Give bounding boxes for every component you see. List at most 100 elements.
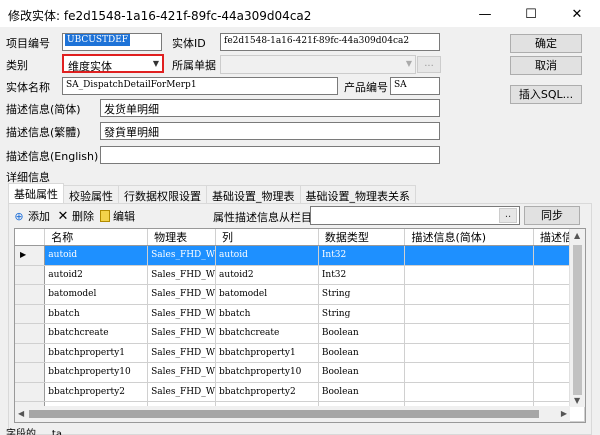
tab-basic-attributes[interactable]: 基础属性: [8, 183, 64, 203]
cell-desc-simplified[interactable]: [404, 284, 534, 305]
delete-icon: ✕: [57, 208, 69, 224]
cell-name[interactable]: bbatchproperty1: [44, 343, 149, 363]
minimize-button[interactable]: —: [462, 0, 508, 28]
cell-data-type[interactable]: Boolean: [318, 343, 406, 363]
table-row[interactable]: bbatchcreate Sales_FHD_W bbatchcreate Boole…: [15, 323, 585, 344]
cell-physical-table[interactable]: Sales_FHD_W: [147, 362, 217, 383]
close-button[interactable]: ✕: [554, 0, 600, 28]
vertical-scrollbar[interactable]: ▲ ▼: [569, 229, 585, 407]
cell-column[interactable]: autoid2: [215, 265, 319, 285]
edit-button[interactable]: 编辑: [100, 208, 135, 224]
column-header-column[interactable]: 列: [215, 229, 319, 246]
vertical-scroll-thumb[interactable]: [573, 245, 582, 395]
desc-english-label: 描述信息(English): [6, 150, 99, 163]
row-header[interactable]: [15, 265, 46, 285]
cell-data-type[interactable]: Boolean: [318, 362, 406, 383]
scroll-up-icon[interactable]: ▲: [574, 231, 580, 240]
cell-desc-simplified[interactable]: [404, 265, 534, 285]
horizontal-scrollbar[interactable]: ◀ ▶: [15, 406, 570, 422]
cell-data-type[interactable]: String: [318, 284, 406, 305]
table-row[interactable]: bbatchproperty1 Sales_FHD_W bbatchproperty…: [15, 343, 585, 363]
row-header[interactable]: ▶: [15, 245, 46, 266]
chevron-down-icon: ▼: [152, 59, 159, 68]
cell-desc-simplified[interactable]: [404, 304, 534, 324]
product-code-field[interactable]: SA: [390, 77, 440, 95]
attr-from-col-field[interactable]: [310, 206, 520, 225]
desc-english-field[interactable]: [100, 146, 440, 164]
tab-row-permissions[interactable]: 行数据权限设置: [119, 185, 207, 203]
cell-physical-table[interactable]: Sales_FHD_W: [147, 382, 217, 402]
belongs-doc-browse-button[interactable]: ...: [417, 56, 441, 73]
cell-name[interactable]: autoid: [44, 245, 149, 266]
chevron-down-icon: ▼: [405, 59, 412, 68]
category-select[interactable]: 维度实体 ▼: [62, 54, 164, 73]
cell-desc-simplified[interactable]: [404, 323, 534, 344]
table-row[interactable]: bbatchproperty2 Sales_FHD_W bbatchproperty…: [15, 382, 585, 402]
table-row[interactable]: bbatch Sales_FHD_W bbatch String: [15, 304, 585, 324]
cell-physical-table[interactable]: Sales_FHD_W: [147, 265, 217, 285]
cancel-button[interactable]: 取消: [510, 56, 582, 75]
row-header[interactable]: [15, 284, 46, 305]
table-row[interactable]: bbatchproperty10 Sales_FHD_W bbatchpropert…: [15, 362, 585, 383]
belongs-doc-select[interactable]: ▼: [220, 55, 416, 74]
desc-traditional-field[interactable]: 發貨單明細: [100, 122, 440, 140]
cell-name[interactable]: bbatchproperty10: [44, 362, 149, 383]
cell-column[interactable]: bbatchproperty2: [215, 382, 319, 402]
sync-button[interactable]: 同步: [524, 206, 580, 225]
tab-physical-table[interactable]: 基础设置_物理表: [207, 185, 301, 203]
cell-column[interactable]: autoid: [215, 245, 319, 266]
row-header[interactable]: [15, 343, 46, 363]
cell-desc-simplified[interactable]: [404, 245, 534, 266]
attr-from-col-browse-button[interactable]: ..: [499, 208, 517, 223]
desc-simplified-field[interactable]: 发货单明细: [100, 99, 440, 117]
cell-desc-simplified[interactable]: [404, 362, 534, 383]
cell-name[interactable]: batomodel: [44, 284, 149, 305]
entity-name-field[interactable]: SA_DispatchDetailForMerp1: [62, 77, 338, 95]
cell-data-type[interactable]: Boolean: [318, 382, 406, 402]
cell-column[interactable]: bbatchproperty1: [215, 343, 319, 363]
horizontal-scroll-thumb[interactable]: [29, 410, 539, 418]
table-row[interactable]: batomodel Sales_FHD_W batomodel String: [15, 284, 585, 305]
ok-button[interactable]: 确定: [510, 34, 582, 53]
cell-physical-table[interactable]: Sales_FHD_W: [147, 343, 217, 363]
column-header-data-type[interactable]: 数据类型: [318, 229, 406, 246]
scroll-down-icon[interactable]: ▼: [574, 396, 580, 405]
cell-column[interactable]: bbatch: [215, 304, 319, 324]
cell-physical-table[interactable]: Sales_FHD_W: [147, 284, 217, 305]
row-header[interactable]: [15, 362, 46, 383]
cell-data-type[interactable]: Int32: [318, 245, 406, 266]
column-header-physical-table[interactable]: 物理表: [147, 229, 217, 246]
cell-physical-table[interactable]: Sales_FHD_W: [147, 245, 217, 266]
tab-validation-attributes[interactable]: 校验属性: [64, 185, 119, 203]
cell-data-type[interactable]: String: [318, 304, 406, 324]
cell-physical-table[interactable]: Sales_FHD_W: [147, 323, 217, 344]
row-header[interactable]: [15, 382, 46, 402]
row-header[interactable]: [15, 323, 46, 344]
add-button[interactable]: ⊕ 添加: [13, 208, 50, 224]
table-row[interactable]: ▶ autoid Sales_FHD_W autoid Int32: [15, 245, 585, 266]
row-header[interactable]: [15, 304, 46, 324]
cell-desc-simplified[interactable]: [404, 343, 534, 363]
cell-physical-table[interactable]: Sales_FHD_W: [147, 304, 217, 324]
column-header-name[interactable]: 名称: [44, 229, 149, 246]
project-code-field[interactable]: UBCUSTDEF: [62, 33, 162, 51]
cell-data-type[interactable]: Int32: [318, 265, 406, 285]
maximize-button[interactable]: ☐: [508, 0, 554, 28]
delete-button[interactable]: ✕ 删除: [57, 208, 94, 224]
table-row[interactable]: autoid2 Sales_FHD_W autoid2 Int32: [15, 265, 585, 285]
column-header-desc-simplified[interactable]: 描述信息(简体): [404, 229, 534, 246]
tab-physical-table-relations[interactable]: 基础设置_物理表关系: [300, 185, 416, 203]
cell-desc-simplified[interactable]: [404, 382, 534, 402]
cell-name[interactable]: bbatchcreate: [44, 323, 149, 344]
entity-id-field[interactable]: fe2d1548-1a16-421f-89fc-44a309d04ca2: [220, 33, 440, 51]
scroll-left-icon[interactable]: ◀: [18, 409, 24, 418]
scroll-right-icon[interactable]: ▶: [561, 409, 567, 418]
cell-column[interactable]: batomodel: [215, 284, 319, 305]
cell-column[interactable]: bbatchproperty10: [215, 362, 319, 383]
insert-sql-button[interactable]: 插入SQL...: [510, 85, 582, 104]
cell-name[interactable]: autoid2: [44, 265, 149, 285]
cell-data-type[interactable]: Boolean: [318, 323, 406, 344]
cell-name[interactable]: bbatchproperty2: [44, 382, 149, 402]
cell-column[interactable]: bbatchcreate: [215, 323, 319, 344]
cell-name[interactable]: bbatch: [44, 304, 149, 324]
